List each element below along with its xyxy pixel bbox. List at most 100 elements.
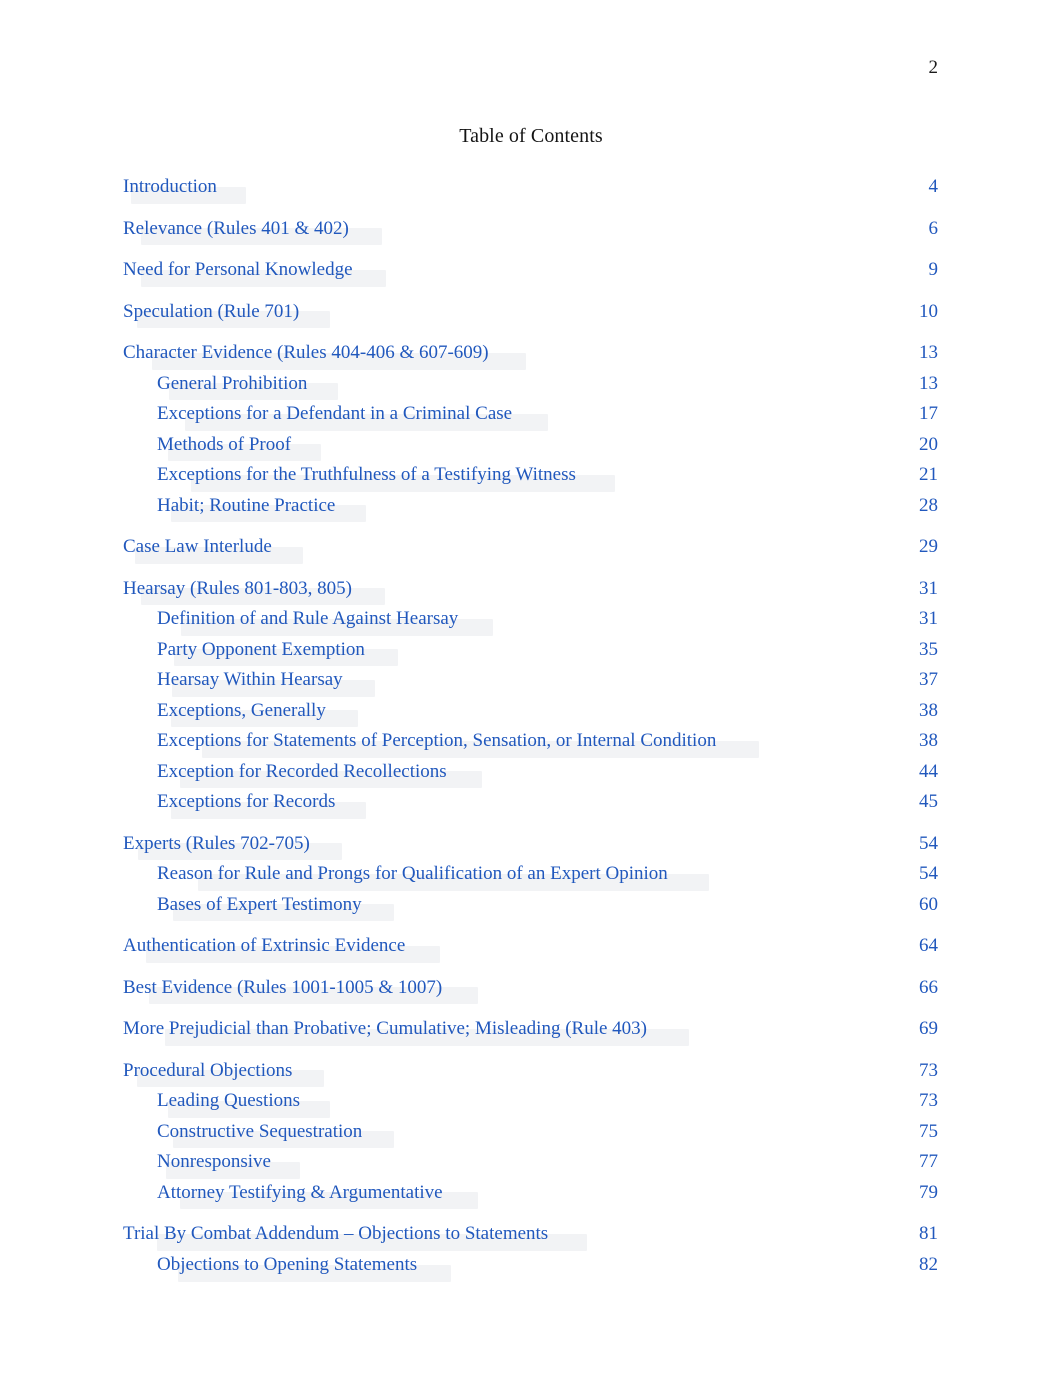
- toc-entry-page-number[interactable]: 73: [919, 1060, 938, 1082]
- toc-entry[interactable]: Objections to Opening Statements 82: [123, 1245, 938, 1282]
- toc-entry-page-number[interactable]: 31: [919, 609, 938, 630]
- toc-entry-page-number[interactable]: 10: [919, 301, 938, 323]
- toc-entry[interactable]: Best Evidence (Rules 1001-1005 & 1007) 66: [123, 957, 938, 1005]
- toc-entry-label[interactable]: Nonresponsive: [157, 1152, 271, 1173]
- toc-entry-label[interactable]: Best Evidence (Rules 1001-1005 & 1007): [123, 977, 442, 999]
- toc-entry-page-number[interactable]: 31: [919, 578, 938, 600]
- toc-entry-label[interactable]: Introduction: [123, 176, 217, 198]
- page-number-header: 2: [928, 57, 939, 78]
- toc-entry-label[interactable]: Reason for Rule and Prongs for Qualifica…: [157, 864, 668, 885]
- toc-entry-label[interactable]: Attorney Testifying & Argumentative: [157, 1182, 443, 1204]
- toc-entry-label[interactable]: Leading Questions: [157, 1091, 300, 1112]
- toc-entry-label[interactable]: Authentication of Extrinsic Evidence: [123, 936, 405, 957]
- toc-entry-label[interactable]: Exception for Recorded Recollections: [157, 761, 447, 783]
- toc-entry-label[interactable]: Methods of Proof: [157, 434, 291, 456]
- toc-entry[interactable]: Exceptions for a Defendant in a Criminal…: [123, 394, 938, 431]
- toc-entry[interactable]: Methods of Proof 20: [123, 425, 938, 462]
- toc-entry-label[interactable]: Character Evidence (Rules 404-406 & 607-…: [123, 343, 489, 364]
- toc-entry[interactable]: General Prohibition 13: [123, 364, 938, 401]
- toc-entry-page-number[interactable]: 60: [919, 894, 938, 916]
- toc-entry[interactable]: Exceptions for Records 45: [123, 782, 938, 819]
- toc-entry[interactable]: Trial By Combat Addendum – Objections to…: [123, 1203, 938, 1251]
- document-page: 2 Table of Contents Introduction 4 Relevan…: [0, 0, 1062, 1376]
- toc-entry-page-number[interactable]: 20: [919, 434, 938, 456]
- toc-entry-page-number[interactable]: 17: [919, 404, 938, 425]
- toc-entry-page-number[interactable]: 79: [919, 1182, 938, 1204]
- toc-entry-page-number[interactable]: 54: [919, 864, 938, 885]
- toc-entry-label[interactable]: Exceptions for Records: [157, 792, 335, 813]
- toc-entry-page-number[interactable]: 38: [919, 700, 938, 722]
- toc-entry[interactable]: Leading Questions 73: [123, 1081, 938, 1118]
- toc-entry-label[interactable]: Definition of and Rule Against Hearsay: [157, 609, 458, 630]
- toc-entry-label[interactable]: Trial By Combat Addendum – Objections to…: [123, 1224, 548, 1245]
- toc-entry[interactable]: Bases of Expert Testimony 60: [123, 885, 938, 922]
- toc-entry-label[interactable]: General Prohibition: [157, 373, 307, 395]
- toc-entry[interactable]: More Prejudicial than Probative; Cumulat…: [123, 998, 938, 1046]
- toc-entry[interactable]: Experts (Rules 702-705) 54: [123, 813, 938, 861]
- toc-entry-label[interactable]: Relevance (Rules 401 & 402): [123, 218, 349, 240]
- toc-entry-page-number[interactable]: 37: [919, 670, 938, 691]
- toc-entry[interactable]: Exceptions for the Truthfulness of a Tes…: [123, 455, 938, 492]
- toc-entry-page-number[interactable]: 29: [919, 537, 938, 558]
- toc-entry-page-number[interactable]: 35: [919, 639, 938, 661]
- toc-entry[interactable]: Party Opponent Exemption 35: [123, 630, 938, 667]
- toc-entry[interactable]: Hearsay Within Hearsay 37: [123, 660, 938, 697]
- toc-entry[interactable]: Case Law Interlude 29: [123, 516, 938, 564]
- toc-entry-label[interactable]: Case Law Interlude: [123, 537, 272, 558]
- page-title: Table of Contents: [459, 125, 603, 147]
- toc-entry[interactable]: Constructive Sequestration 75: [123, 1112, 938, 1149]
- toc-entry[interactable]: Character Evidence (Rules 404-406 & 607-…: [123, 322, 938, 370]
- toc-entry-page-number[interactable]: 75: [919, 1121, 938, 1143]
- toc-entry-label[interactable]: Procedural Objections: [123, 1060, 292, 1082]
- toc-entry-page-number[interactable]: 13: [919, 373, 938, 395]
- toc-entry[interactable]: Attorney Testifying & Argumentative 79: [123, 1173, 938, 1210]
- toc-entry[interactable]: Nonresponsive 77: [123, 1142, 938, 1179]
- toc-entry-label[interactable]: Objections to Opening Statements: [157, 1254, 417, 1276]
- toc-entry-label[interactable]: Hearsay (Rules 801-803, 805): [123, 578, 352, 600]
- toc-entry-label[interactable]: Habit; Routine Practice: [157, 495, 335, 517]
- toc-entry-page-number[interactable]: 28: [919, 495, 938, 517]
- toc-entry[interactable]: Introduction 4: [123, 176, 939, 204]
- toc-entry[interactable]: Exceptions for Statements of Perception,…: [123, 721, 938, 758]
- table-of-contents-list: Introduction 4 Relevance (Rules 401 & 402)…: [123, 176, 939, 1282]
- toc-entry[interactable]: Need for Personal Knowledge 9: [123, 239, 939, 287]
- toc-entry-label[interactable]: Exceptions, Generally: [157, 700, 326, 722]
- toc-entry-page-number[interactable]: 54: [919, 833, 938, 855]
- toc-entry-label[interactable]: Hearsay Within Hearsay: [157, 670, 343, 691]
- toc-entry-page-number[interactable]: 38: [919, 731, 938, 752]
- toc-entry-page-number[interactable]: 6: [929, 218, 939, 240]
- toc-entry-page-number[interactable]: 44: [919, 761, 938, 783]
- toc-entry[interactable]: Hearsay (Rules 801-803, 805) 31: [123, 558, 938, 606]
- toc-entry[interactable]: Reason for Rule and Prongs for Qualifica…: [123, 854, 938, 891]
- toc-entry-page-number[interactable]: 13: [919, 343, 938, 364]
- toc-entry-label[interactable]: Exceptions for the Truthfulness of a Tes…: [157, 465, 576, 486]
- toc-entry-page-number[interactable]: 45: [919, 792, 938, 813]
- toc-entry-page-number[interactable]: 73: [919, 1091, 938, 1112]
- toc-entry-label[interactable]: Speculation (Rule 701): [123, 301, 299, 323]
- toc-entry-page-number[interactable]: 82: [919, 1254, 938, 1276]
- toc-entry-label[interactable]: Experts (Rules 702-705): [123, 833, 310, 855]
- toc-entry-label[interactable]: More Prejudicial than Probative; Cumulat…: [123, 1019, 647, 1040]
- toc-entry-page-number[interactable]: 69: [919, 1019, 938, 1040]
- toc-entry[interactable]: Definition of and Rule Against Hearsay 31: [123, 599, 938, 636]
- toc-entry-page-number[interactable]: 81: [919, 1224, 938, 1245]
- toc-entry-label[interactable]: Exceptions for a Defendant in a Criminal…: [157, 404, 512, 425]
- toc-entry-page-number[interactable]: 21: [919, 465, 938, 486]
- toc-entry-page-number[interactable]: 66: [919, 977, 938, 999]
- toc-entry[interactable]: Authentication of Extrinsic Evidence 64: [123, 915, 938, 963]
- toc-entry-label[interactable]: Need for Personal Knowledge: [123, 260, 353, 281]
- toc-entry-label[interactable]: Party Opponent Exemption: [157, 639, 365, 661]
- toc-entry-page-number[interactable]: 9: [929, 260, 939, 281]
- toc-entry-label[interactable]: Bases of Expert Testimony: [157, 894, 362, 916]
- toc-entry-page-number[interactable]: 64: [919, 936, 938, 957]
- toc-entry[interactable]: Procedural Objections 73: [123, 1040, 938, 1088]
- toc-entry-page-number[interactable]: 4: [929, 176, 939, 198]
- toc-entry[interactable]: Relevance (Rules 401 & 402) 6: [123, 198, 939, 246]
- toc-entry[interactable]: Speculation (Rule 701) 10: [123, 281, 938, 329]
- toc-entry[interactable]: Habit; Routine Practice 28: [123, 486, 938, 523]
- toc-entry[interactable]: Exception for Recorded Recollections 44: [123, 752, 938, 789]
- toc-entry-label[interactable]: Exceptions for Statements of Perception,…: [157, 731, 716, 752]
- toc-entry-page-number[interactable]: 77: [919, 1152, 938, 1173]
- toc-entry[interactable]: Exceptions, Generally 38: [123, 691, 938, 728]
- toc-entry-label[interactable]: Constructive Sequestration: [157, 1121, 362, 1143]
